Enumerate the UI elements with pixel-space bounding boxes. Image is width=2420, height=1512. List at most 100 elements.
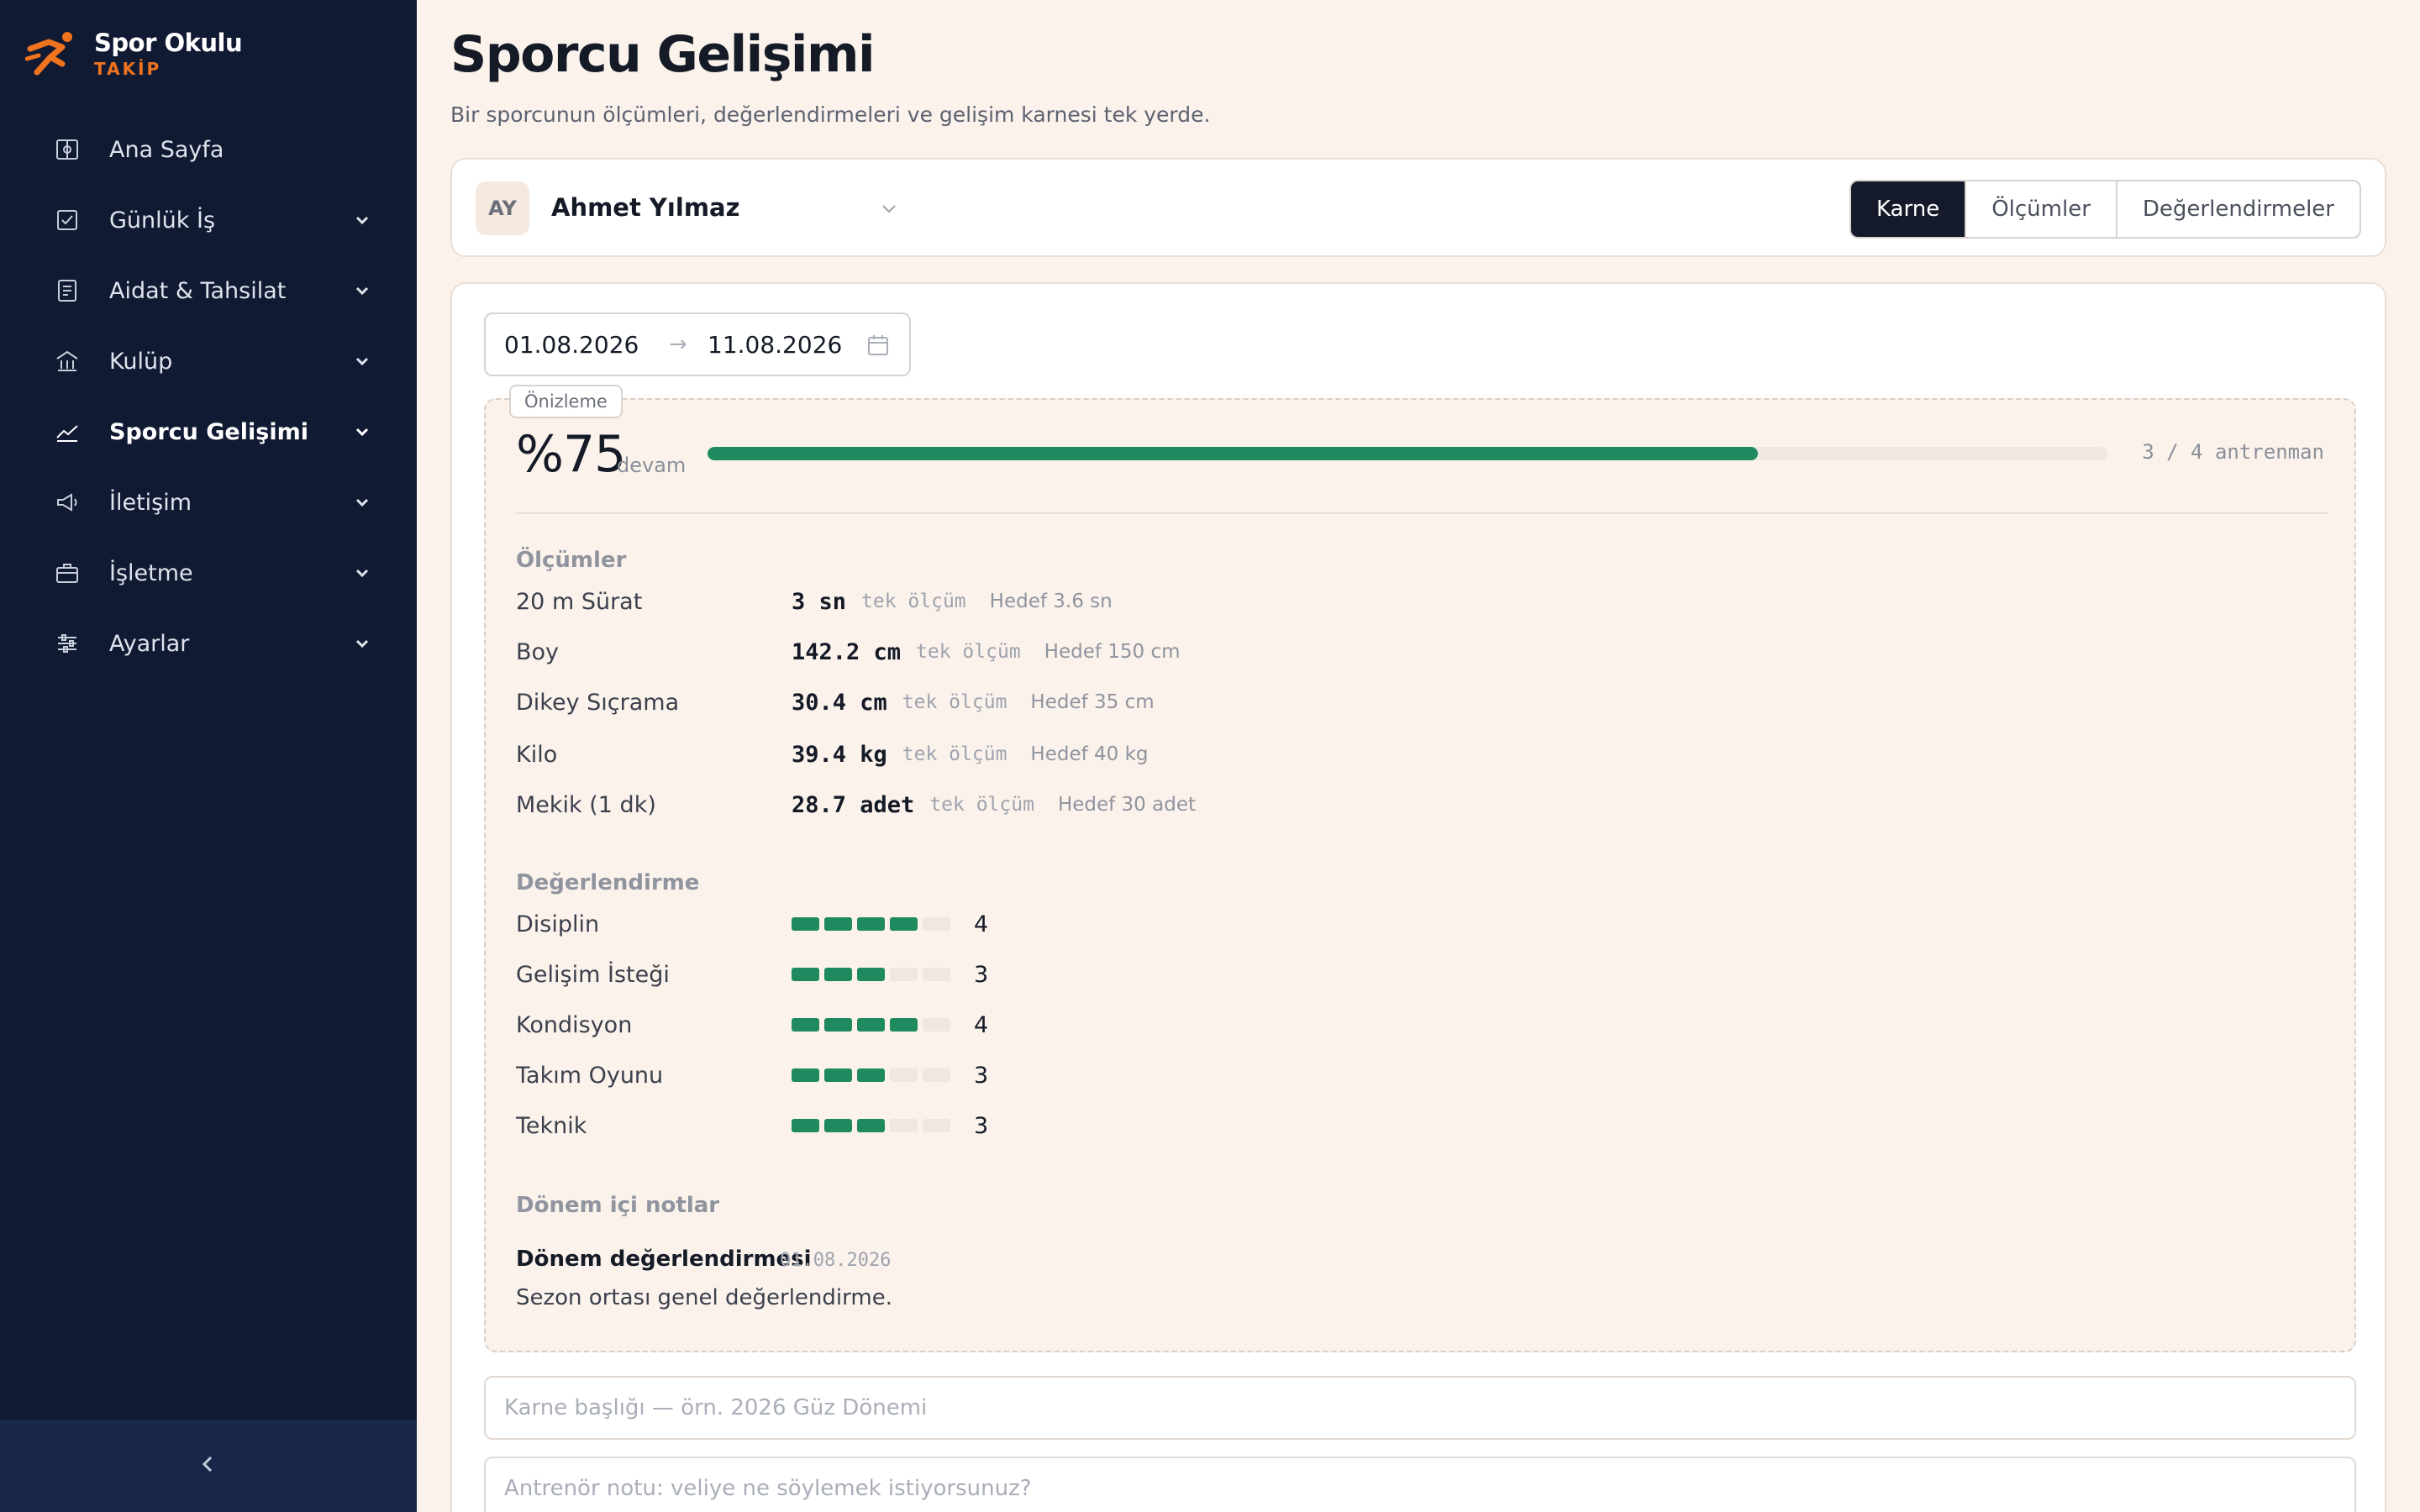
runner-logo-icon: [24, 30, 77, 77]
evaluation-row: Teknik 3: [516, 1109, 1188, 1142]
measurement-tag: tek ölçüm: [861, 591, 966, 612]
chevron-left-icon: [197, 1452, 220, 1479]
attendance-percent: %75: [516, 425, 626, 484]
rating-segment: [890, 917, 918, 931]
brand[interactable]: Spor Okulu TAKİP: [24, 28, 243, 79]
sidebar-item-label: Ayarlar: [109, 630, 190, 657]
measurement-target: Hedef 30 adet: [1057, 794, 1196, 816]
evaluation-label: Kondisyon: [516, 1011, 633, 1038]
sidebar-item-kulup[interactable]: Kulüp: [0, 326, 417, 396]
view-tabs: Karne Ölçümler Değerlendirmeler: [1849, 180, 2361, 239]
rating-segment: [923, 1119, 950, 1132]
brand-name: Spor Okulu: [94, 28, 243, 57]
date-end[interactable]: 11.08.2026: [708, 331, 842, 359]
rating-segment: [857, 917, 885, 931]
chevron-down-icon[interactable]: [877, 197, 901, 220]
rating-segment: [923, 1018, 950, 1032]
athlete-select[interactable]: Ahmet Yılmaz: [551, 193, 739, 222]
evaluation-score: 3: [974, 961, 989, 988]
rating-segment: [857, 968, 885, 981]
sidebar-item-iletisim[interactable]: İletişim: [0, 467, 417, 538]
page-title: Sporcu Gelişimi: [450, 25, 876, 84]
evaluation-score: 4: [974, 1011, 989, 1038]
chevron-down-icon: [351, 209, 373, 231]
measurement-label: Boy: [516, 638, 560, 665]
chevron-down-icon: [351, 421, 373, 443]
sidebar-item-label: Sporcu Gelişimi: [109, 418, 308, 445]
evaluation-label: Teknik: [516, 1112, 587, 1139]
sidebar-item-gunluk-is[interactable]: Günlük İş: [0, 185, 417, 255]
date-range-picker[interactable]: 01.08.2026 → 11.08.2026: [484, 312, 911, 376]
measurement-target: Hedef 40 kg: [1030, 743, 1149, 765]
evaluation-rating-bars: [792, 917, 950, 931]
calendar-icon[interactable]: [865, 333, 891, 358]
chevron-down-icon: [351, 562, 373, 584]
sidebar-item-aidat-tahsilat[interactable]: Aidat & Tahsilat: [0, 255, 417, 326]
evaluation-row: Gelişim İsteği 3: [516, 958, 1188, 991]
attendance-progress-bar: [708, 447, 2107, 460]
measurement-value: 39.4 kg: [792, 741, 887, 768]
rating-segment: [824, 917, 852, 931]
rating-segment: [792, 1119, 819, 1132]
measurement-value: 142.2 cm: [792, 638, 902, 665]
tab-degerlendirmeler[interactable]: Değerlendirmeler: [2115, 181, 2360, 237]
measurement-value: 28.7 adet: [792, 791, 915, 818]
evaluation-label: Disiplin: [516, 911, 600, 937]
measurement-label: Mekik (1 dk): [516, 791, 656, 818]
rating-segment: [824, 1119, 852, 1132]
measurements-title: Ölçümler: [516, 548, 627, 573]
checkbox-icon: [54, 207, 81, 234]
sidebar-nav: Ana Sayfa Günlük İş Aidat & Tahsilat Kul…: [0, 114, 417, 679]
measurement-value: 3 sn: [792, 588, 847, 615]
evaluation-row: Disiplin 4: [516, 907, 1188, 941]
attendance-progress-fill: [708, 447, 1758, 460]
sidebar-collapse-button[interactable]: [0, 1420, 417, 1512]
evaluation-label: Takım Oyunu: [516, 1062, 664, 1089]
evaluation-rating-bars: [792, 968, 950, 981]
rating-segment: [890, 968, 918, 981]
rating-segment: [824, 968, 852, 981]
divider: [516, 512, 2328, 514]
note-date: 01.08.2026: [780, 1250, 892, 1271]
dashboard-icon: [54, 136, 81, 163]
date-start[interactable]: 01.08.2026: [504, 331, 639, 359]
rating-segment: [792, 1018, 819, 1032]
sidebar-item-label: Kulüp: [109, 348, 173, 375]
building-icon: [54, 348, 81, 375]
measurement-value: 30.4 cm: [792, 689, 887, 716]
athlete-bar: AY Ahmet Yılmaz Karne Ölçümler Değerlend…: [450, 158, 2386, 257]
rating-segment: [857, 1119, 885, 1132]
evaluation-score: 4: [974, 911, 989, 937]
page-subtitle: Bir sporcunun ölçümleri, değerlendirmele…: [450, 102, 1211, 127]
measurement-label: Kilo: [516, 741, 558, 768]
preview-badge: Önizleme: [509, 385, 623, 418]
sidebar-item-sporcu-gelisimi[interactable]: Sporcu Gelişimi: [0, 396, 417, 467]
sidebar-item-isletme[interactable]: İşletme: [0, 538, 417, 608]
evaluation-row: Kondisyon 4: [516, 1008, 1188, 1042]
evaluation-row: Takım Oyunu 3: [516, 1058, 1188, 1092]
measurement-row: Mekik (1 dk) 28.7 adet tek ölçüm Hedef 3…: [516, 788, 1524, 822]
tab-olcumler[interactable]: Ölçümler: [1965, 181, 2116, 237]
arrow-right-icon: →: [669, 332, 687, 357]
rating-segment: [792, 917, 819, 931]
notes-title: Dönem içi notlar: [516, 1193, 720, 1218]
sidebar-item-ana-sayfa[interactable]: Ana Sayfa: [0, 114, 417, 185]
measurement-tag: tek ölçüm: [902, 743, 1007, 765]
report-preview: Önizleme %75 devam 3 / 4 antrenman Ölçüm…: [484, 385, 2356, 1352]
sidebar-item-ayarlar[interactable]: Ayarlar: [0, 608, 417, 679]
report-card: 01.08.2026 → 11.08.2026 Önizleme %75 dev…: [450, 282, 2386, 1512]
measurement-tag: tek ölçüm: [902, 691, 1007, 713]
report-title-input[interactable]: [484, 1376, 2356, 1440]
chevron-down-icon: [351, 280, 373, 302]
rating-segment: [857, 1018, 885, 1032]
chart-line-icon: [54, 418, 81, 445]
tab-karne[interactable]: Karne: [1850, 181, 1965, 237]
measurement-row: 20 m Sürat 3 sn tek ölçüm Hedef 3.6 sn: [516, 585, 1524, 618]
rating-segment: [824, 1018, 852, 1032]
rating-segment: [792, 968, 819, 981]
rating-segment: [792, 1068, 819, 1082]
evaluation-rating-bars: [792, 1068, 950, 1082]
chevron-down-icon: [351, 350, 373, 372]
coach-note-input[interactable]: [484, 1457, 2356, 1512]
measurement-row: Kilo 39.4 kg tek ölçüm Hedef 40 kg: [516, 738, 1524, 771]
